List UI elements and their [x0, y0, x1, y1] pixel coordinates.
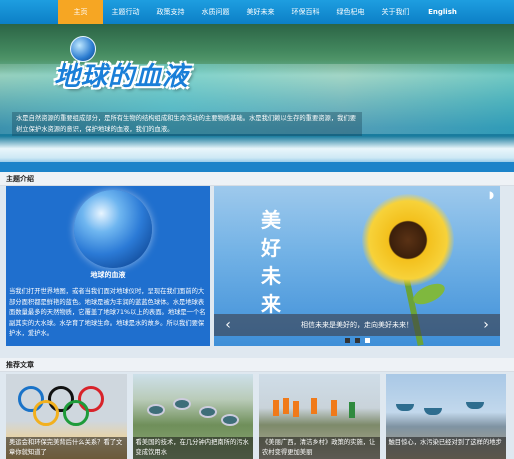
- article-caption: 奥运会和环保完美背后什么关系？看了文章你就知道了: [6, 437, 127, 459]
- slider-dot[interactable]: [345, 338, 350, 343]
- slider-char: 未: [261, 264, 281, 288]
- slider-dot[interactable]: [355, 338, 360, 343]
- article-card[interactable]: 看美国的技术，在几分钟内把南所的污水变成饮用水: [132, 374, 253, 459]
- hero-wave: [0, 162, 514, 172]
- slider-dots: [345, 338, 370, 343]
- hero-banner: 地球的血液 水是自然资源的重要组成部分，是所有生物的结构组成和生命活动的主要物质…: [0, 24, 514, 172]
- hero-description: 水是自然资源的重要组成部分，是所有生物的结构组成和生命活动的主要物质基础。水是我…: [12, 112, 362, 136]
- intro-text: 当我们打开世界地图，或者当我们面对地球仪时，呈现在我们面前的大部分面积都是鲜艳的…: [9, 288, 206, 337]
- intro-card[interactable]: 地球的血液 当我们打开世界地图，或者当我们面对地球仪时，呈现在我们面前的大部分面…: [6, 186, 210, 346]
- article-caption: 《美丽广西，清洁乡村》政策的实施，让农村变得更加美丽: [259, 437, 380, 459]
- article-caption: 触目惊心，水污染已经对到了这样的地步: [385, 437, 506, 459]
- intro-image-label: 地球的血液: [90, 271, 126, 279]
- slider-corner-mark: ◗: [488, 190, 494, 201]
- article-caption: 看美国的技术，在几分钟内把南所的污水变成饮用水: [132, 437, 253, 459]
- chevron-right-icon[interactable]: ›: [474, 314, 498, 336]
- article-card[interactable]: 奥运会和环保完美背后什么关系？看了文章你就知道了: [6, 374, 127, 459]
- top-nav: 主页 主题行动 政策支持 水质问题 美好未来 环保百科 绿色杞电 关于我们 En…: [0, 0, 514, 24]
- slider-caption: 相信未来是美好的，走向美好未来！: [214, 314, 500, 336]
- nav-item-water-quality[interactable]: 水质问题: [193, 0, 238, 24]
- article-card[interactable]: 触目惊心，水污染已经对到了这样的地步: [385, 374, 506, 459]
- nav-item-theme-action[interactable]: 主题行动: [103, 0, 148, 24]
- hero-title: 地球的血液: [54, 62, 190, 92]
- nav-item-encyclopedia[interactable]: 环保百科: [283, 0, 328, 24]
- slider-vertical-text: 美 好 未 来: [258, 206, 284, 318]
- article-list: 奥运会和环保完美背后什么关系？看了文章你就知道了 看美国的技术，在几分钟内把南所…: [6, 374, 506, 459]
- slider-char: 美: [261, 208, 281, 232]
- sunflower-image: [362, 194, 454, 286]
- nav-item-future[interactable]: 美好未来: [238, 0, 283, 24]
- nav-item-about[interactable]: 关于我们: [373, 0, 418, 24]
- article-card[interactable]: 《美丽广西，清洁乡村》政策的实施，让农村变得更加美丽: [259, 374, 380, 459]
- slider-dot-active[interactable]: [365, 338, 370, 343]
- section-title-articles: 推荐文章: [0, 358, 514, 372]
- chevron-left-icon[interactable]: ‹: [216, 314, 240, 336]
- nav-item-green-power[interactable]: 绿色杞电: [328, 0, 373, 24]
- earth-image: [74, 190, 152, 268]
- nav-item-home[interactable]: 主页: [58, 0, 103, 24]
- nav-item-english[interactable]: English: [420, 0, 465, 24]
- section-title-intro: 主题介绍: [0, 172, 514, 186]
- slider-char: 好: [261, 236, 281, 260]
- image-slider[interactable]: ◗ 美 好 未 来 相信未来是美好的，走向美好未来！ ‹ ›: [214, 186, 500, 346]
- nav-item-policy[interactable]: 政策支持: [148, 0, 193, 24]
